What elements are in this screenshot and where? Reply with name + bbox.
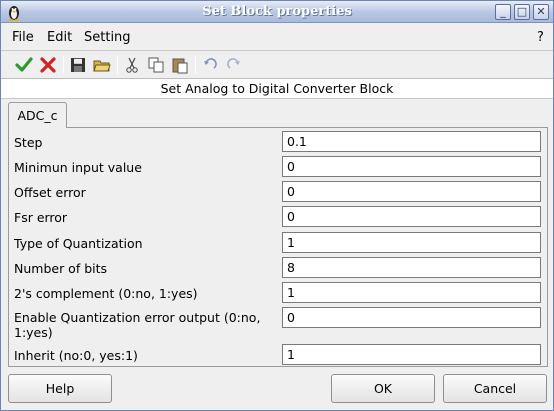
fsr-error-label: Fsr error — [14, 210, 68, 225]
ok-button[interactable]: OK — [331, 374, 435, 403]
menu-setting[interactable]: Setting — [84, 30, 131, 45]
menu-bar: File Edit Setting ? — [1, 24, 553, 51]
quantization-error-output-label: Enable Quantization error output (0:no, … — [14, 310, 261, 340]
minimize-icon: _ — [500, 5, 506, 18]
cut-icon[interactable] — [122, 56, 142, 74]
quantization-type-label: Type of Quantization — [14, 236, 143, 251]
toolbar-separator — [63, 56, 64, 74]
menu-file[interactable]: File — [12, 30, 34, 45]
cancel-button[interactable]: Cancel — [443, 374, 547, 403]
window-title: Set Block properties — [202, 4, 352, 19]
toolbar-separator — [117, 56, 118, 74]
maximize-button[interactable]: □ — [514, 4, 530, 20]
min-input-label: Minimun input value — [14, 160, 142, 175]
number-of-bits-label: Number of bits — [14, 261, 108, 276]
toolbar-separator — [195, 56, 196, 74]
ok-check-icon[interactable] — [14, 56, 34, 74]
redo-icon[interactable] — [224, 56, 244, 74]
number-of-bits-input[interactable] — [282, 257, 541, 278]
copy-icon[interactable] — [146, 56, 166, 74]
block-description: Set Analog to Digital Converter Block — [1, 79, 553, 99]
inherit-input[interactable] — [282, 344, 541, 365]
toolbar — [1, 52, 553, 79]
help-button[interactable]: Help — [8, 374, 112, 403]
dialog-window: Set Block properties _ □ ✕ File Edit Set… — [0, 0, 554, 411]
fsr-error-input[interactable] — [282, 206, 541, 227]
undo-icon[interactable] — [200, 56, 220, 74]
cancel-x-icon[interactable] — [38, 56, 58, 74]
menu-help[interactable]: ? — [537, 30, 544, 45]
menu-edit[interactable]: Edit — [47, 30, 72, 45]
tab-adc-c[interactable]: ADC_c — [8, 102, 67, 128]
offset-error-label: Offset error — [14, 185, 86, 200]
min-input-input[interactable] — [282, 156, 541, 177]
inherit-label: Inherit (no:0, yes:1) — [14, 348, 138, 363]
quantization-error-output-input[interactable] — [282, 307, 541, 328]
save-icon[interactable] — [68, 56, 88, 74]
maximize-icon: □ — [516, 5, 528, 18]
title-bar[interactable]: Set Block properties _ □ ✕ — [1, 1, 553, 23]
close-icon: ✕ — [536, 5, 546, 18]
step-label: Step — [14, 135, 43, 150]
twos-complement-label: 2's complement (0:no, 1:yes) — [14, 286, 198, 301]
offset-error-input[interactable] — [282, 181, 541, 202]
paste-icon[interactable] — [170, 56, 190, 74]
quantization-type-input[interactable] — [282, 232, 541, 253]
twos-complement-input[interactable] — [282, 282, 541, 303]
step-input[interactable] — [282, 131, 541, 152]
open-folder-icon[interactable] — [92, 56, 112, 74]
minimize-button[interactable]: _ — [495, 4, 511, 20]
close-button[interactable]: ✕ — [533, 4, 549, 20]
